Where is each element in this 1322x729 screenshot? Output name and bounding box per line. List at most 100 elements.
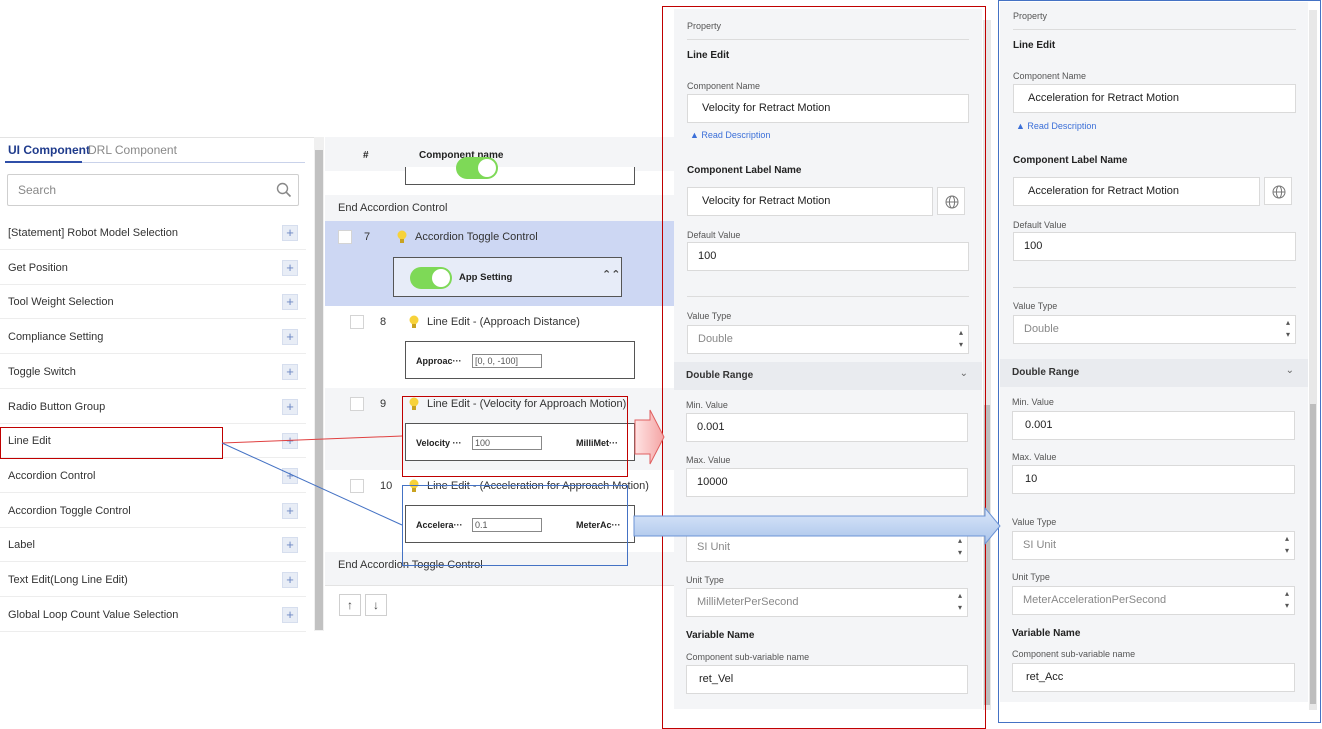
add-component-button[interactable]: +: [282, 572, 298, 588]
search-icon[interactable]: [276, 182, 292, 198]
chevron-down-icon: ⌄: [959, 368, 968, 379]
default-value-input[interactable]: 100: [687, 242, 969, 271]
unit-type-select[interactable]: MilliMeterPerSecond ▴ ▾: [686, 588, 968, 617]
row-component-name: Accordion Toggle Control: [415, 231, 538, 243]
property-panel-velocity: Property Line Edit Component Name Veloci…: [674, 9, 982, 709]
component-item[interactable]: Accordion Control +: [0, 459, 306, 493]
unit-system-select[interactable]: SI Unit ▴ ▾: [1012, 531, 1295, 560]
move-down-button[interactable]: ↓: [365, 594, 387, 616]
add-component-button[interactable]: +: [282, 606, 298, 623]
component-item-label: Accordion Toggle Control: [8, 504, 131, 517]
tree-footer: ↑ ↓: [325, 585, 675, 631]
component-item-label: Text Edit(Long Line Edit): [8, 574, 128, 586]
value-type-label-2: Value Type: [1012, 517, 1057, 527]
component-name-input[interactable]: Acceleration for Retract Motion: [1013, 84, 1296, 113]
tab-ui-component[interactable]: UI Component: [8, 143, 90, 157]
chevron-up-icon[interactable]: ⌃⌃: [602, 268, 620, 281]
toggle-switch[interactable]: [456, 157, 498, 179]
value-type-label: Value Type: [687, 311, 732, 321]
tab-drl-component[interactable]: DRL Component: [88, 143, 177, 157]
read-description-link[interactable]: ▲ Read Description: [690, 130, 770, 140]
component-item[interactable]: Accordion Toggle Control +: [0, 494, 306, 528]
component-item[interactable]: Tool Weight Selection +: [0, 285, 306, 320]
tree-row-8[interactable]: 8 Line Edit - (Approach Distance) Approa…: [325, 306, 675, 388]
add-component-button[interactable]: +: [282, 225, 298, 241]
select-arrows-icon: ▴ ▾: [1284, 534, 1289, 555]
row-checkbox[interactable]: [350, 479, 364, 493]
min-value-input[interactable]: 0.001: [686, 413, 968, 442]
language-button[interactable]: [937, 187, 965, 215]
component-label-name-input[interactable]: Velocity for Retract Motion: [687, 187, 933, 216]
app-setting-toggle[interactable]: [410, 267, 452, 289]
max-value-input[interactable]: 10: [1012, 465, 1295, 494]
accordion-toggle-preview: App Setting ⌃⌃: [393, 257, 622, 297]
double-range-section[interactable]: Double Range ⌄: [1000, 359, 1308, 387]
tree-row-9[interactable]: 9 Line Edit - (Velocity for Approach Mot…: [325, 388, 675, 470]
preview-unit: MeterAc···: [576, 520, 621, 530]
unit-type-select[interactable]: MeterAccelerationPerSecond ▴ ▾: [1012, 586, 1295, 615]
row-component-name: Line Edit - (Acceleration for Approach M…: [427, 480, 649, 492]
read-description-link[interactable]: ▲ Read Description: [1016, 121, 1096, 131]
default-value-input[interactable]: 100: [1013, 232, 1296, 261]
component-item-label: Get Position: [8, 261, 68, 274]
add-component-button[interactable]: +: [282, 467, 298, 484]
component-item[interactable]: Compliance Setting +: [0, 320, 306, 355]
end-accordion-toggle-control[interactable]: End Accordion Toggle Control: [338, 559, 483, 571]
add-component-button[interactable]: +: [282, 537, 298, 554]
preview-input[interactable]: 100: [472, 436, 542, 450]
component-item[interactable]: Radio Button Group +: [0, 390, 306, 424]
component-item[interactable]: [Statement] Robot Model Selection +: [0, 216, 306, 250]
component-item[interactable]: Text Edit(Long Line Edit) +: [0, 563, 306, 597]
component-item-label: Radio Button Group: [8, 400, 106, 413]
row-checkbox[interactable]: [350, 397, 364, 411]
component-item-label: Label: [8, 539, 35, 552]
tree-row-10[interactable]: 10 Line Edit - (Acceleration for Approac…: [325, 470, 675, 552]
add-component-button[interactable]: +: [282, 502, 298, 519]
sub-variable-input[interactable]: ret_Vel: [686, 665, 968, 694]
row-number: 7: [364, 231, 371, 243]
add-component-button[interactable]: +: [282, 433, 298, 450]
unit-type-selected: MeterAccelerationPerSecond: [1023, 594, 1167, 606]
preview-input[interactable]: 0.1: [472, 518, 542, 532]
value-type-select[interactable]: Double ▴ ▾: [1013, 315, 1296, 344]
value-type-select[interactable]: Double ▴ ▾: [687, 325, 969, 354]
column-header-number: #: [363, 150, 369, 161]
move-up-button[interactable]: ↑: [339, 594, 361, 616]
left-scrollbar-thumb[interactable]: [315, 150, 323, 630]
row-checkbox[interactable]: [350, 315, 364, 329]
component-item[interactable]: Line Edit +: [0, 424, 306, 459]
preview-input[interactable]: [0, 0, -100]: [472, 354, 542, 368]
end-accordion-control[interactable]: End Accordion Control: [338, 202, 447, 214]
preview-label: Approac···: [416, 356, 462, 366]
add-component-button[interactable]: +: [282, 259, 298, 276]
sub-variable-label: Component sub-variable name: [1012, 649, 1136, 659]
component-item[interactable]: Toggle Switch +: [0, 355, 306, 389]
component-name-input[interactable]: Velocity for Retract Motion: [687, 94, 969, 123]
component-item[interactable]: Global Loop Count Value Selection +: [0, 598, 306, 632]
property-scrollbar-thumb[interactable]: [984, 405, 990, 705]
double-range-section[interactable]: Double Range ⌄: [674, 362, 982, 390]
sub-variable-input[interactable]: ret_Acc: [1012, 663, 1295, 692]
add-component-button[interactable]: +: [282, 329, 298, 346]
search-input[interactable]: [18, 183, 268, 197]
add-component-button[interactable]: +: [282, 398, 298, 415]
language-button[interactable]: [1264, 177, 1292, 205]
component-library-panel: UI Component DRL Component [Statement] R…: [0, 137, 314, 632]
add-component-button[interactable]: +: [282, 363, 298, 380]
tree-row-7[interactable]: 7 Accordion Toggle Control App Setting ⌃…: [325, 221, 675, 306]
select-arrows-icon: ▴ ▾: [1285, 318, 1290, 339]
unit-system-selected: SI Unit: [1023, 539, 1057, 551]
property-scrollbar-thumb[interactable]: [1310, 404, 1316, 704]
search-box: [7, 174, 299, 206]
max-value-input[interactable]: 10000: [686, 468, 968, 497]
value-type-selected: Double: [698, 333, 733, 345]
component-label-name-input[interactable]: Acceleration for Retract Motion: [1013, 177, 1260, 206]
component-item[interactable]: Label +: [0, 528, 306, 563]
min-value-input[interactable]: 0.001: [1012, 411, 1295, 440]
component-item[interactable]: Get Position +: [0, 251, 306, 285]
add-component-button[interactable]: +: [282, 294, 298, 311]
unit-system-select[interactable]: SI Unit ▴ ▾: [686, 533, 968, 562]
line-edit-preview: Accelera··· 0.1 MeterAc···: [405, 505, 635, 543]
unit-type-label: Unit Type: [1012, 572, 1050, 582]
row-checkbox[interactable]: [338, 230, 352, 244]
